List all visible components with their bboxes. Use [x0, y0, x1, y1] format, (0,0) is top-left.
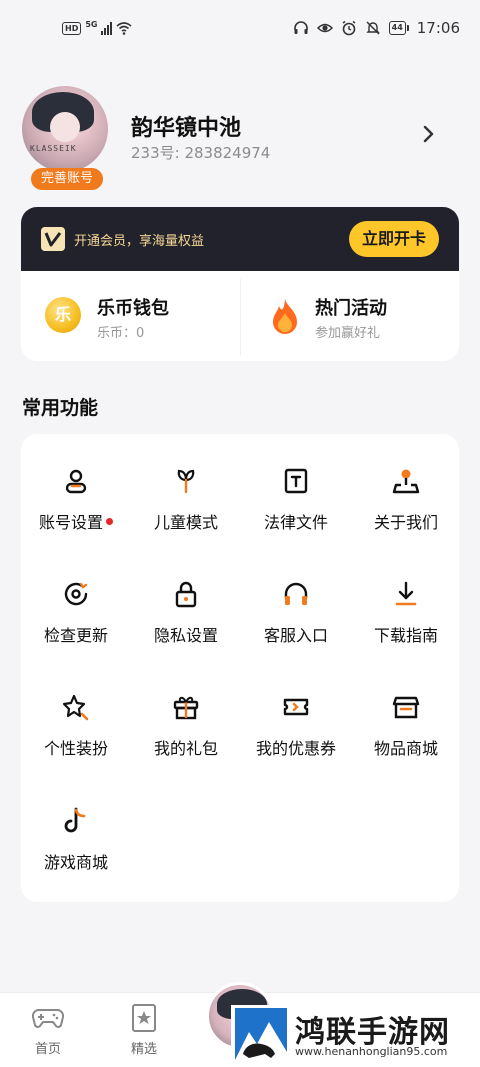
wallet-divider — [240, 279, 241, 355]
customer-service-item[interactable]: 客服入口 — [241, 547, 351, 647]
about-us-label: 关于我们 — [373, 513, 438, 532]
avatar[interactable]: KLASSEIK — [22, 86, 108, 172]
complete-account-badge[interactable]: 完善账号 — [31, 168, 103, 190]
battery-level: 44 — [391, 23, 403, 32]
function-grid: 账号设置 儿童模式 法律文件 关于我们 检查更新 隐私设置 客服入口 下载指南 … — [21, 434, 459, 902]
star-card-icon — [132, 1004, 156, 1032]
my-gifts-item[interactable]: 我的礼包 — [131, 660, 241, 760]
eye-icon — [316, 23, 333, 33]
my-coupons-item[interactable]: 我的优惠券 — [241, 660, 351, 760]
privacy-settings-label: 隐私设置 — [153, 626, 218, 645]
hot-activity[interactable]: 热门活动 参加赢好礼 — [245, 271, 455, 361]
gift-icon — [173, 696, 199, 720]
network-type: 5G — [85, 19, 98, 29]
avatar-face — [50, 112, 80, 142]
status-right: 44 17:06 — [293, 19, 460, 37]
my-gifts-label: 我的礼包 — [153, 739, 218, 758]
tiktok-music-icon — [64, 807, 86, 833]
vip-promo-text: 开通会员，享海量权益 — [74, 234, 205, 249]
status-bar: HD 5G 44 17:06 — [0, 0, 480, 58]
ticket-icon — [283, 698, 309, 716]
download-icon — [395, 581, 417, 606]
tab-home[interactable]: 首页 — [18, 1003, 78, 1058]
chevron-right-icon[interactable] — [422, 124, 436, 144]
user-icon — [65, 469, 87, 494]
location-pin-icon — [392, 469, 420, 494]
headphones-icon — [293, 21, 308, 34]
my-coupons-label: 我的优惠券 — [255, 739, 336, 758]
kids-mode-label: 儿童模式 — [153, 513, 218, 532]
clock: 17:06 — [416, 19, 460, 37]
bison-logo-icon — [235, 1008, 287, 1060]
privacy-settings-item[interactable]: 隐私设置 — [131, 547, 241, 647]
vip-logo-icon — [41, 227, 65, 251]
status-left: HD 5G — [62, 19, 133, 36]
coin-wallet[interactable]: 乐 乐币钱包 乐币：0 — [21, 271, 231, 361]
about-us-item[interactable]: 关于我们 — [351, 434, 461, 534]
notification-dot — [106, 518, 113, 525]
signal-icon — [101, 21, 113, 35]
nickname: 韵华镜中池 — [131, 116, 242, 141]
customer-service-label: 客服入口 — [263, 626, 328, 645]
download-guide-item[interactable]: 下载指南 — [351, 547, 461, 647]
wallet-card: 乐 乐币钱包 乐币：0 热门活动 参加赢好礼 — [21, 271, 459, 361]
sparkle-star-icon — [62, 694, 89, 721]
account-settings-label: 账号设置 — [38, 513, 103, 532]
battery-cap — [406, 25, 409, 31]
lock-icon — [175, 581, 197, 608]
watermark-url: www.henanhonglian95.com — [295, 1045, 448, 1058]
activity-subtitle: 参加赢好礼 — [315, 326, 381, 341]
user-id: 233号: 283824974 — [131, 144, 271, 162]
hd-indicator: HD — [62, 21, 82, 35]
mute-bell-icon — [365, 21, 380, 35]
headset-icon — [284, 582, 308, 605]
item-shop-label: 物品商城 — [373, 739, 438, 758]
check-update-item[interactable]: 检查更新 — [21, 547, 131, 647]
battery-icon: 44 — [388, 21, 406, 35]
game-shop-item[interactable]: 游戏商城 — [21, 774, 131, 874]
kids-mode-item[interactable]: 儿童模式 — [131, 434, 241, 534]
item-shop-item[interactable]: 物品商城 — [351, 660, 461, 760]
tab-featured[interactable]: 精选 — [114, 1003, 174, 1058]
avatar-caption: KLASSEIK — [30, 144, 77, 153]
check-update-label: 检查更新 — [43, 626, 108, 645]
shop-icon — [392, 696, 420, 719]
section-title: 常用功能 — [22, 397, 99, 419]
activity-title: 热门活动 — [315, 298, 387, 319]
flame-icon — [273, 299, 297, 334]
refresh-icon — [64, 582, 88, 606]
tab-home-label: 首页 — [34, 1042, 61, 1057]
document-icon — [284, 468, 308, 494]
alarm-icon — [342, 20, 356, 36]
personalize-item[interactable]: 个性装扮 — [21, 660, 131, 760]
legal-documents-label: 法律文件 — [263, 513, 328, 532]
gamepad-icon — [31, 1008, 65, 1028]
sprout-icon — [177, 469, 195, 494]
wallet-balance: 乐币：0 — [97, 326, 145, 341]
tab-featured-label: 精选 — [130, 1042, 157, 1057]
game-shop-label: 游戏商城 — [43, 853, 108, 872]
personalize-label: 个性装扮 — [43, 739, 108, 758]
profile-header[interactable]: KLASSEIK 完善账号 韵华镜中池 233号: 283824974 — [0, 80, 480, 190]
open-vip-button[interactable]: 立即开卡 — [349, 221, 439, 257]
vip-banner[interactable]: 开通会员，享海量权益 立即开卡 — [21, 207, 459, 271]
account-settings-item[interactable]: 账号设置 — [21, 434, 131, 534]
wifi-icon — [116, 22, 133, 35]
legal-documents-item[interactable]: 法律文件 — [241, 434, 351, 534]
watermark: 鸿联手游网 www.henanhonglian95.com — [231, 1005, 475, 1063]
wallet-title: 乐币钱包 — [97, 298, 169, 319]
download-guide-label: 下载指南 — [373, 626, 438, 645]
coin-icon: 乐 — [45, 297, 81, 333]
